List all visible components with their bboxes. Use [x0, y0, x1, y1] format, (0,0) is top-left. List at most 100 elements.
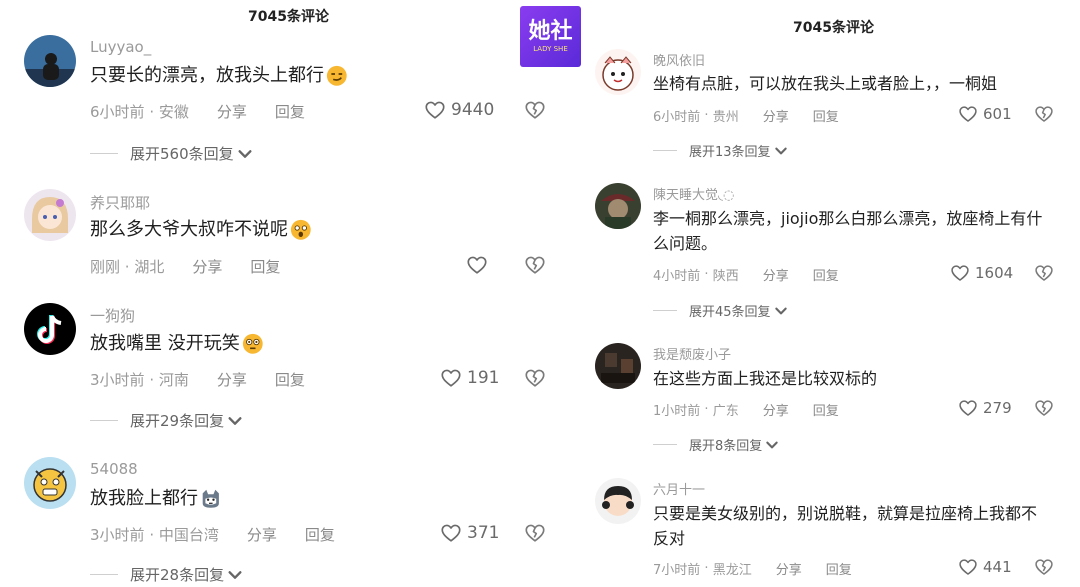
avatar[interactable]: [24, 457, 76, 509]
heart-outline-icon: [440, 522, 462, 544]
username[interactable]: 养只耶耶: [90, 192, 150, 213]
like-button[interactable]: 9440: [424, 99, 494, 121]
comment-time: 刚刚: [90, 258, 121, 276]
comment-time: 3小时前: [90, 526, 145, 544]
left-comment-panel: 7045条评论 Luyyao_ 只要长的漂亮，放我头上都行 6小时前 · 安徽 …: [0, 0, 540, 587]
reply-button[interactable]: 回复: [250, 256, 280, 277]
expand-replies-button[interactable]: 展开45条回复: [653, 301, 788, 320]
comment-time: 4小时前: [653, 269, 701, 284]
like-button[interactable]: 1604: [950, 263, 1013, 283]
like-button[interactable]: 601: [958, 104, 1012, 124]
broken-heart-icon[interactable]: [1034, 263, 1054, 283]
like-button[interactable]: [466, 254, 493, 276]
comment-text: 放我嘴里 没开玩笑: [90, 330, 522, 358]
username[interactable]: 晚风依旧: [653, 50, 705, 69]
comment-location: 河南: [158, 371, 189, 389]
comment-meta: 3小时前 · 河南 分享 回复: [90, 369, 305, 390]
reply-button[interactable]: 回复: [826, 559, 852, 578]
comment-text: 只要长的漂亮，放我头上都行: [90, 62, 522, 90]
comment-time: 3小时前: [90, 371, 145, 389]
broken-heart-icon[interactable]: [1034, 398, 1054, 418]
comment-location: 广东: [712, 404, 739, 419]
avatar[interactable]: [24, 189, 76, 241]
chevron-down-icon: [227, 413, 243, 429]
comment-time: 7小时前: [653, 563, 701, 578]
comment-meta: 6小时前 · 贵州 分享 回复: [653, 106, 839, 125]
heart-outline-icon: [958, 104, 978, 124]
like-count: 191: [467, 368, 500, 388]
like-button[interactable]: 441: [958, 557, 1012, 577]
share-button[interactable]: 分享: [217, 369, 247, 390]
expand-replies-button[interactable]: 展开8条回复: [653, 435, 779, 454]
broken-heart-icon[interactable]: [524, 522, 546, 544]
username[interactable]: 六月十一: [653, 479, 705, 498]
comment-count-header: 7045条评论: [793, 20, 874, 36]
username[interactable]: Luyyao_: [90, 38, 151, 56]
comment-text: 在这些方面上我还是比较双标的: [653, 369, 878, 388]
comment-location: 黑龙江: [712, 563, 752, 578]
smirk-emoji-icon: [326, 65, 348, 87]
share-button[interactable]: 分享: [776, 559, 802, 578]
share-button[interactable]: 分享: [217, 101, 247, 122]
username[interactable]: 一狗狗: [90, 305, 135, 326]
comment-location: 湖北: [134, 258, 165, 276]
username[interactable]: 陳天睡大觉◟◌: [653, 184, 734, 203]
reply-button[interactable]: 回复: [813, 265, 839, 284]
broken-heart-icon[interactable]: [1034, 557, 1054, 577]
avatar[interactable]: [595, 343, 641, 389]
broken-heart-icon[interactable]: [524, 254, 546, 276]
reply-button[interactable]: 回复: [305, 524, 335, 545]
broken-heart-icon[interactable]: [524, 99, 546, 121]
reply-button[interactable]: 回复: [813, 400, 839, 419]
like-count: 441: [983, 558, 1012, 576]
comment-meta: 4小时前 · 陕西 分享 回复: [653, 265, 839, 284]
share-button[interactable]: 分享: [763, 400, 789, 419]
chevron-down-icon: [774, 144, 788, 158]
like-count: 1604: [975, 264, 1014, 282]
flushed-emoji-icon: [242, 333, 264, 355]
reply-button[interactable]: 回复: [275, 101, 305, 122]
comment-meta: 3小时前 · 中国台湾 分享 回复: [90, 524, 335, 545]
like-count: 279: [983, 399, 1012, 417]
comment-text: 李一桐那么漂亮，jiojio那么白那么漂亮，放座椅上有什么问题。: [653, 209, 1043, 253]
broken-heart-icon[interactable]: [524, 367, 546, 389]
avatar[interactable]: [24, 35, 76, 87]
expand-replies-button[interactable]: 展开28条回复: [90, 564, 243, 585]
right-comment-panel: 7045条评论 晚风依旧 坐椅有点脏，可以放在我头上或者脸上，，一桐姐 6小时前…: [580, 0, 1080, 587]
comment-time: 6小时前: [90, 103, 145, 121]
expand-replies-button[interactable]: 展开29条回复: [90, 410, 243, 431]
broken-heart-icon[interactable]: [1034, 104, 1054, 124]
comment-count-header: 7045条评论: [248, 9, 329, 25]
like-button[interactable]: 371: [440, 522, 499, 544]
comment-location: 陕西: [712, 269, 739, 284]
comment-time: 1小时前: [653, 404, 701, 419]
username[interactable]: 54088: [90, 460, 138, 478]
like-button[interactable]: 279: [958, 398, 1012, 418]
comment-time: 6小时前: [653, 110, 701, 125]
like-button[interactable]: 191: [440, 367, 499, 389]
avatar[interactable]: [595, 478, 641, 524]
comment-text: 只要是美女级别的，别说脱鞋，就算是拉座椅上我都不反对: [653, 504, 1038, 548]
share-button[interactable]: 分享: [763, 106, 789, 125]
comment-location: 贵州: [712, 110, 739, 125]
username[interactable]: 我是颓废小子: [653, 344, 731, 363]
avatar[interactable]: [595, 49, 641, 95]
share-button[interactable]: 分享: [247, 524, 277, 545]
avatar[interactable]: [595, 183, 641, 229]
share-button[interactable]: 分享: [763, 265, 789, 284]
cat-face-emoji-icon: [200, 488, 222, 510]
heart-outline-icon: [424, 99, 446, 121]
comment-text: 那么多大爷大叔咋不说呢: [90, 216, 522, 244]
share-button[interactable]: 分享: [192, 256, 222, 277]
expand-replies-button[interactable]: 展开560条回复: [90, 143, 253, 164]
reply-button[interactable]: 回复: [275, 369, 305, 390]
comment-text: 放我脸上都行: [90, 485, 522, 513]
reply-button[interactable]: 回复: [813, 106, 839, 125]
avatar[interactable]: [24, 303, 76, 355]
chevron-down-icon: [765, 438, 779, 452]
chevron-down-icon: [237, 146, 253, 162]
expand-replies-button[interactable]: 展开13条回复: [653, 141, 788, 160]
heart-outline-icon: [466, 254, 488, 276]
like-count: 601: [983, 105, 1012, 123]
like-count: 371: [467, 523, 500, 543]
